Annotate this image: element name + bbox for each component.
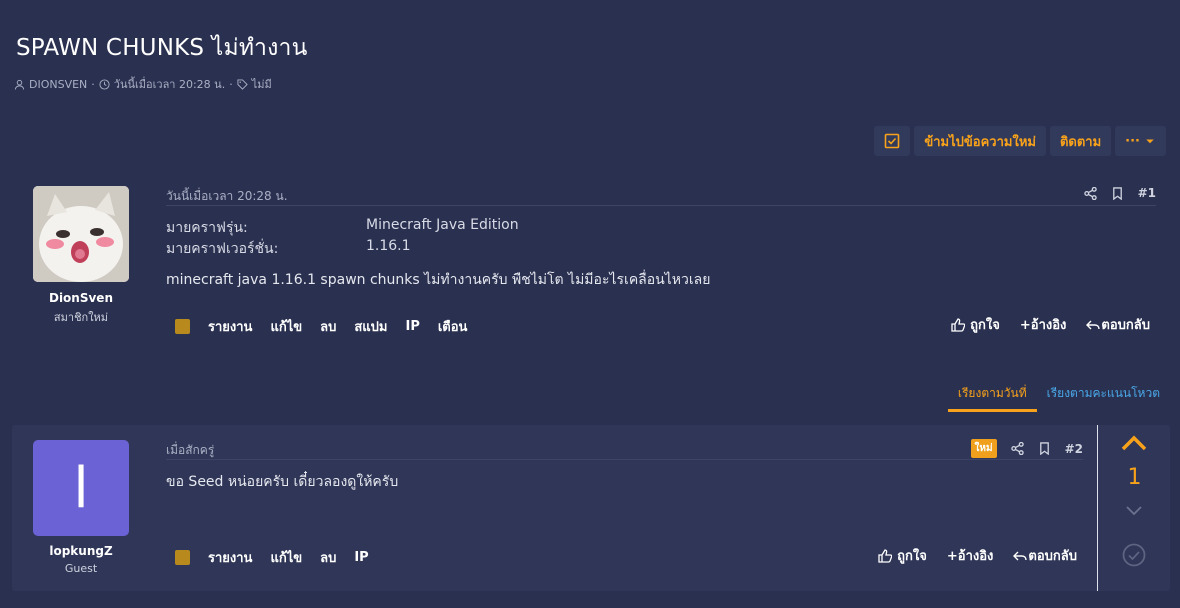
select-checkbox[interactable] bbox=[175, 319, 190, 334]
jump-new-button[interactable]: ข้ามไปข้อความใหม่ bbox=[914, 126, 1046, 156]
post-number[interactable]: #2 bbox=[1065, 442, 1083, 456]
field-value-version: 1.16.1 bbox=[366, 238, 411, 254]
bookmark-icon[interactable] bbox=[1038, 442, 1051, 455]
field-value-edition: Minecraft Java Edition bbox=[366, 217, 519, 233]
ip-link[interactable]: IP bbox=[405, 319, 419, 334]
tab-sort-date[interactable]: เรียงตามวันที่ bbox=[947, 384, 1037, 412]
vote-panel: 1 bbox=[1097, 425, 1170, 591]
thumbs-up-icon bbox=[951, 317, 966, 332]
post-mod-tools: รายงาน แก้ไข ลบ สแปม IP เตือน bbox=[175, 316, 485, 337]
new-badge: ใหม่ bbox=[970, 439, 997, 458]
field-label-edition: มายคราฟรุ่น: bbox=[166, 220, 248, 236]
reply-icon bbox=[1013, 551, 1028, 560]
post-tools: ใหม่ #2 bbox=[970, 439, 1083, 458]
post-2: l lopkungZ Guest เมื่อสักครู่ ใหม่ #2 ขอ… bbox=[12, 425, 1170, 591]
delete-link[interactable]: ลบ bbox=[320, 547, 336, 568]
report-link[interactable]: รายงาน bbox=[208, 547, 252, 568]
share-icon[interactable] bbox=[1010, 442, 1024, 455]
quote-button[interactable]: +อ้างอิง bbox=[947, 545, 994, 566]
post-number[interactable]: #1 bbox=[1138, 186, 1156, 200]
user-icon bbox=[14, 79, 25, 90]
upvote-icon[interactable] bbox=[1121, 433, 1147, 453]
checkbox-icon bbox=[885, 133, 900, 149]
post-body: ขอ Seed หน่อยครับ เดี๋ยวลองดูให้ครับ bbox=[166, 474, 399, 490]
more-menu-button[interactable]: ··· bbox=[1115, 126, 1166, 156]
reply-button[interactable]: ตอบกลับ bbox=[1086, 314, 1150, 335]
thread-title: SPAWN CHUNKS ไม่ทำงาน bbox=[16, 35, 308, 61]
thread-actions: ข้ามไปข้อความใหม่ ติดตาม ··· bbox=[874, 126, 1166, 156]
share-icon[interactable] bbox=[1083, 186, 1097, 200]
post-1: DionSven สมาชิกใหม่ วันนี้เมื่อเวลา 20:2… bbox=[0, 174, 1180, 350]
post-author-name[interactable]: lopkungZ bbox=[33, 544, 129, 558]
post-author-role: สมาชิกใหม่ bbox=[53, 311, 109, 324]
thread-tags: ไม่มี bbox=[251, 78, 272, 91]
avatar[interactable] bbox=[33, 186, 129, 282]
downvote-icon[interactable] bbox=[1126, 505, 1142, 517]
vote-count: 1 bbox=[1127, 465, 1142, 490]
thread-date[interactable]: วันนี้เมื่อเวลา 20:28 น. bbox=[114, 75, 225, 93]
edit-link[interactable]: แก้ไข bbox=[270, 547, 302, 568]
accept-answer-icon[interactable] bbox=[1122, 543, 1146, 567]
divider bbox=[166, 459, 1083, 460]
like-button[interactable]: ถูกใจ bbox=[951, 314, 1000, 335]
post-tools: #1 bbox=[1083, 186, 1156, 200]
divider bbox=[166, 205, 1156, 206]
post-body: minecraft java 1.16.1 spawn chunks ไม่ทำ… bbox=[166, 272, 711, 288]
thumbs-up-icon bbox=[878, 548, 893, 563]
follow-button[interactable]: ติดตาม bbox=[1049, 126, 1112, 156]
edit-link[interactable]: แก้ไข bbox=[270, 316, 302, 337]
select-checkbox[interactable] bbox=[175, 550, 190, 565]
reply-icon bbox=[1086, 320, 1101, 329]
tab-sort-score[interactable]: เรียงตามคะแนนโหวต bbox=[1037, 384, 1160, 412]
cat-avatar-image bbox=[33, 186, 129, 282]
thread-meta: DIONSVEN · วันนี้เมื่อเวลา 20:28 น. · ไม… bbox=[14, 75, 272, 93]
field-label-version: มายคราฟเวอร์ชั่น: bbox=[166, 241, 279, 257]
delete-link[interactable]: ลบ bbox=[320, 316, 336, 337]
tag-icon bbox=[237, 78, 248, 90]
bookmark-icon[interactable] bbox=[1111, 186, 1124, 200]
warn-link[interactable]: เตือน bbox=[438, 316, 468, 337]
like-button[interactable]: ถูกใจ bbox=[878, 545, 927, 566]
post-author-role: Guest bbox=[64, 562, 98, 575]
chevron-down-icon bbox=[1146, 139, 1154, 144]
spam-link[interactable]: สแปม bbox=[354, 316, 387, 337]
report-link[interactable]: รายงาน bbox=[208, 316, 252, 337]
thread-author[interactable]: DIONSVEN bbox=[29, 78, 87, 91]
clock-icon bbox=[99, 78, 110, 90]
quote-button[interactable]: +อ้างอิง bbox=[1020, 314, 1067, 335]
post-author-name[interactable]: DionSven bbox=[33, 291, 129, 305]
ip-link[interactable]: IP bbox=[354, 550, 368, 565]
sort-tabs: เรียงตามวันที่ เรียงตามคะแนนโหวต bbox=[947, 384, 1160, 412]
reply-button[interactable]: ตอบกลับ bbox=[1013, 545, 1077, 566]
post-reactions: ถูกใจ +อ้างอิง ตอบกลับ bbox=[878, 545, 1077, 566]
post-date[interactable]: วันนี้เมื่อเวลา 20:28 น. bbox=[166, 187, 288, 206]
post-reactions: ถูกใจ +อ้างอิง ตอบกลับ bbox=[951, 314, 1150, 335]
post-mod-tools: รายงาน แก้ไข ลบ IP bbox=[175, 547, 387, 568]
select-button[interactable] bbox=[874, 126, 911, 156]
avatar[interactable]: l bbox=[33, 440, 129, 536]
post-date[interactable]: เมื่อสักครู่ bbox=[166, 441, 214, 460]
